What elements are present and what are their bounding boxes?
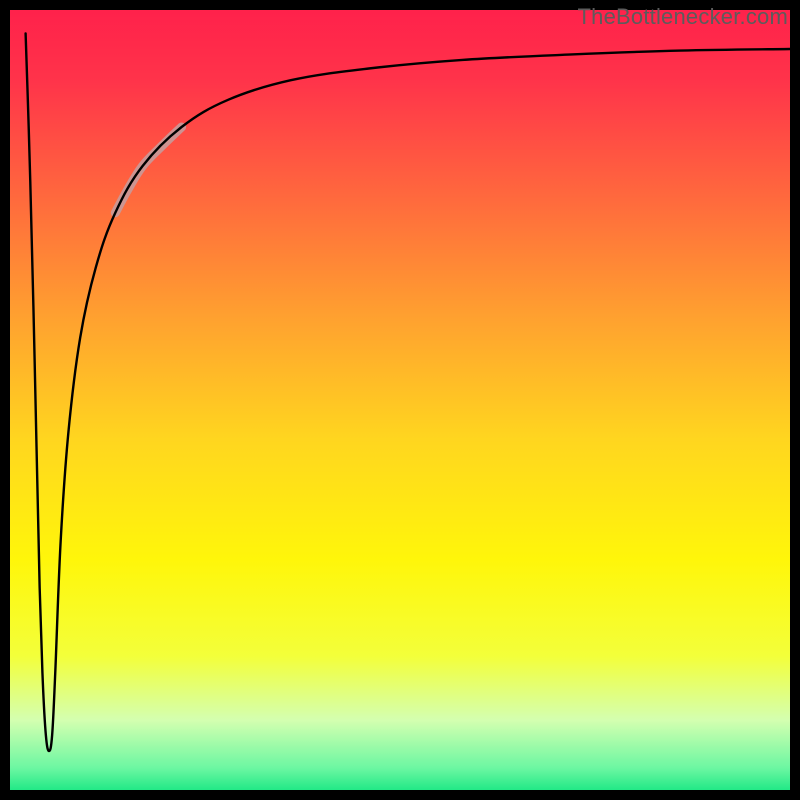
chart-svg bbox=[0, 0, 800, 800]
watermark-text: TheBottleneсker.com bbox=[578, 4, 788, 30]
plot-background bbox=[0, 0, 800, 800]
chart-container: TheBottleneсker.com bbox=[0, 0, 800, 800]
